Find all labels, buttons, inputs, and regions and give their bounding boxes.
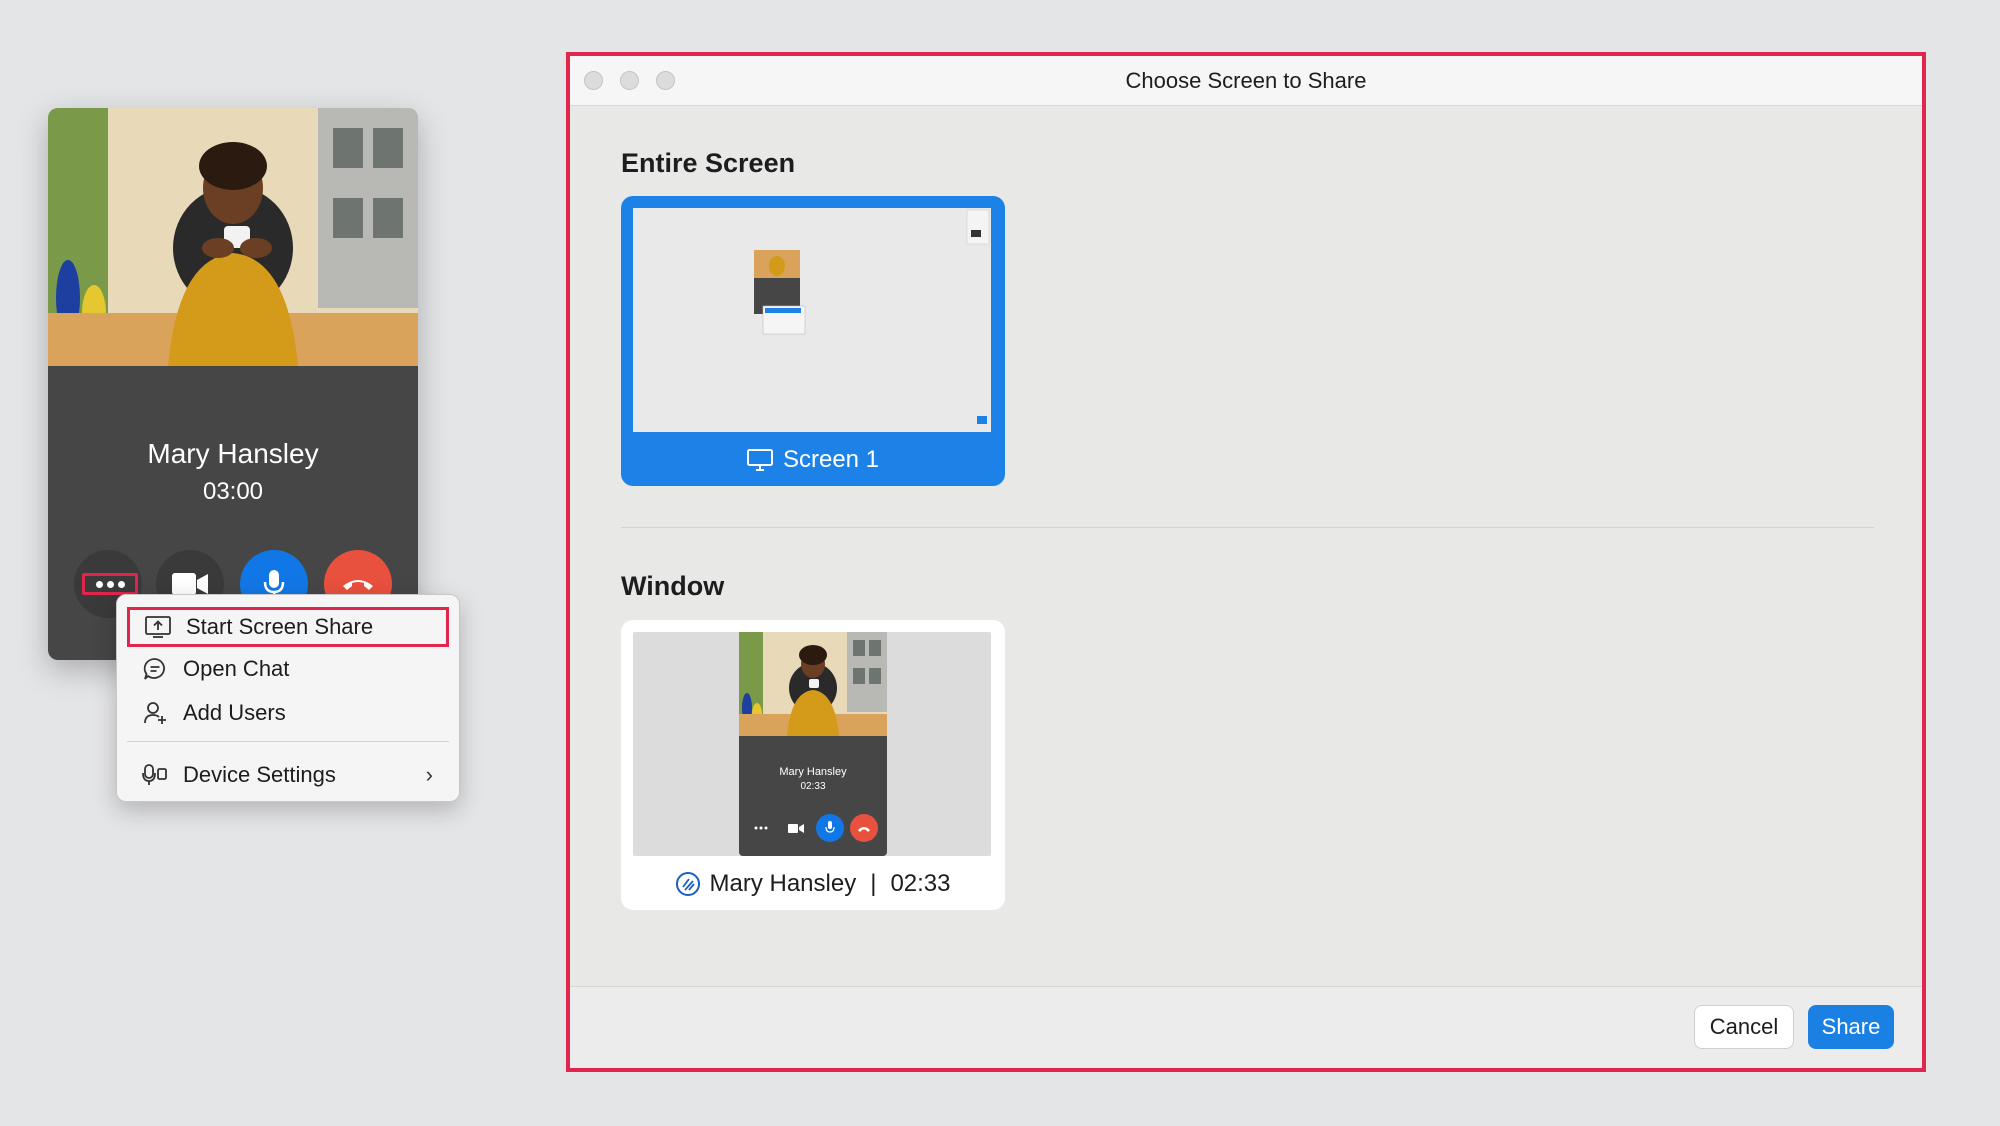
menu-item-label: Device Settings	[183, 762, 336, 787]
cancel-button[interactable]: Cancel	[1694, 1005, 1794, 1049]
dialog-titlebar: Choose Screen to Share	[570, 56, 1922, 106]
window-call-time: 02:33	[890, 870, 951, 897]
choose-screen-dialog: Choose Screen to Share Entire Screen Scr…	[566, 52, 1926, 1072]
dialog-footer: Cancel Share	[570, 986, 1922, 1068]
mini-video-icon	[782, 814, 810, 842]
dot-icon	[106, 580, 114, 588]
window-thumbnail: Mary Hansley 02:33	[633, 632, 991, 856]
menu-item-add-users[interactable]: Add Users	[127, 693, 449, 733]
device-settings-icon	[141, 761, 169, 789]
monitor-icon	[746, 449, 773, 471]
menu-item-start-screen-share[interactable]: Start Screen Share	[127, 607, 449, 647]
hang-up-icon	[343, 580, 373, 590]
mini-call-window: Mary Hansley 02:33	[739, 632, 887, 856]
call-options-menu: Start Screen Share Open Chat Add Users D…	[116, 594, 460, 802]
screen-1-option[interactable]: Screen 1	[621, 196, 1005, 486]
window-label: Mary Hansley | 02:33	[621, 870, 1005, 898]
add-user-icon	[141, 699, 169, 727]
mini-more-icon	[747, 814, 775, 842]
more-options-highlight[interactable]	[82, 573, 138, 595]
share-button[interactable]: Share	[1808, 1005, 1894, 1049]
section-divider	[621, 527, 1874, 528]
caller-name: Mary Hansley	[147, 438, 319, 469]
window-label-separator: |	[870, 870, 877, 897]
menu-item-device-settings[interactable]: Device Settings ›	[127, 755, 449, 795]
window-heading: Window	[621, 571, 725, 601]
menu-separator	[127, 741, 449, 742]
entire-screen-heading: Entire Screen	[621, 148, 796, 178]
screen-label: Screen 1	[621, 446, 1005, 474]
menu-item-label: Open Chat	[183, 656, 290, 681]
dot-icon	[95, 580, 103, 588]
mini-caller-image	[739, 632, 887, 736]
chat-bubble-icon	[141, 655, 169, 683]
mini-call-timer: 02:33	[800, 781, 826, 792]
mini-hang-up-icon	[850, 814, 878, 842]
menu-item-open-chat[interactable]: Open Chat	[127, 649, 449, 689]
mini-microphone-icon	[816, 814, 844, 842]
screen-1-thumbnail	[633, 208, 991, 432]
window-title: Mary Hansley	[709, 870, 857, 897]
caller-video-image	[48, 108, 418, 366]
menu-item-label: Start Screen Share	[186, 614, 374, 639]
mini-caller-name: Mary Hansley	[779, 766, 847, 778]
menu-item-label: Add Users	[183, 700, 286, 725]
chevron-right-icon: ›	[425, 762, 433, 787]
screen-share-icon	[144, 613, 172, 641]
window-option-call[interactable]: Mary Hansley 02:33 Mary Hansley | 02:33	[621, 620, 1005, 910]
screen-name: Screen 1	[782, 446, 880, 473]
call-timer: 03:00	[202, 478, 264, 505]
dot-icon	[117, 580, 125, 588]
dialog-title: Choose Screen to Share	[1125, 68, 1367, 93]
app-logo-icon	[676, 872, 701, 896]
